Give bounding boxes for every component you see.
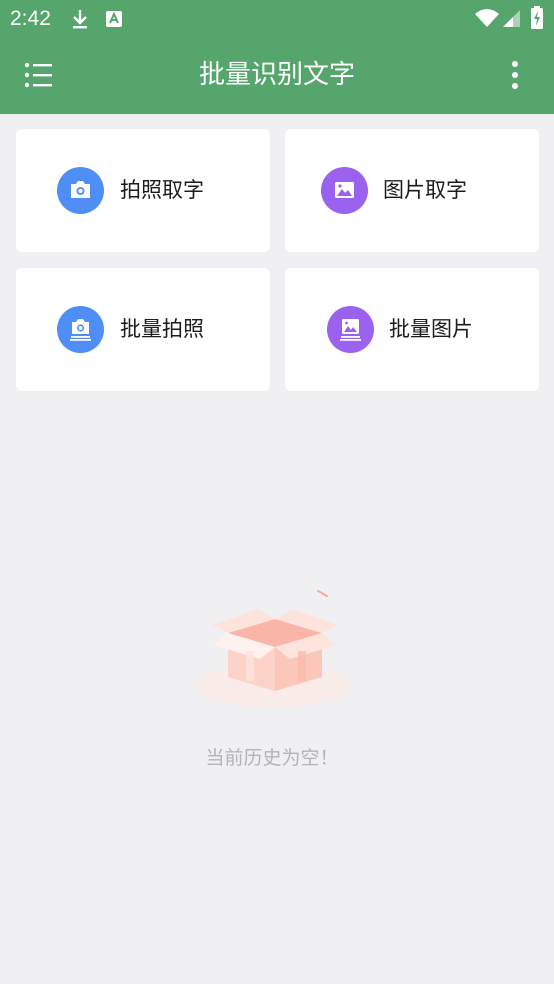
download-icon	[73, 10, 87, 29]
take-photo-ocr-label: 拍照取字	[120, 178, 204, 202]
image-icon	[321, 167, 368, 214]
battery-charging-icon	[531, 6, 543, 29]
wifi-icon	[475, 9, 499, 27]
status-bar: 2:42	[0, 0, 554, 38]
batch-photo-card[interactable]: 批量拍照	[16, 268, 270, 391]
batch-camera-icon	[57, 306, 104, 353]
take-photo-ocr-card[interactable]: 拍照取字	[16, 129, 270, 252]
image-ocr-card[interactable]: 图片取字	[285, 129, 539, 252]
more-vert-icon[interactable]	[500, 58, 530, 92]
signal-icon	[503, 10, 520, 27]
page-title: 批量识别文字	[198, 60, 355, 90]
status-time: 2:42	[10, 7, 51, 30]
camera-icon	[57, 167, 104, 214]
batch-image-label: 批量图片	[389, 317, 473, 341]
empty-box-icon	[195, 590, 351, 707]
batch-image-icon	[327, 306, 374, 353]
image-ocr-label: 图片取字	[383, 178, 467, 202]
empty-history-text: 当前历史为空！	[205, 747, 339, 769]
app-bar: 2:42 批量识别文字	[0, 0, 554, 114]
batch-photo-label: 批量拍照	[120, 317, 204, 341]
batch-image-card[interactable]: 批量图片	[285, 268, 539, 391]
text-a-icon	[106, 11, 122, 27]
